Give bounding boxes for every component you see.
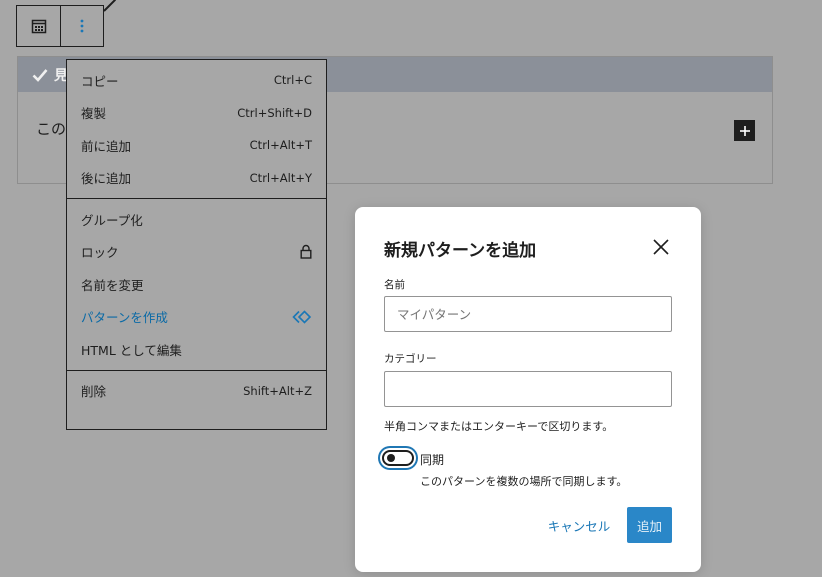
category-input[interactable] bbox=[384, 371, 672, 407]
menu-item-copy[interactable]: コピー Ctrl+C bbox=[67, 64, 326, 97]
menu-item-insert-before[interactable]: 前に追加 Ctrl+Alt+T bbox=[67, 129, 326, 162]
block-toolbar bbox=[16, 5, 104, 47]
menu-item-label: グループ化 bbox=[81, 212, 143, 228]
menu-item-lock[interactable]: ロック bbox=[67, 236, 326, 269]
pattern-symbol-icon bbox=[292, 310, 312, 324]
sync-label: 同期 bbox=[420, 453, 445, 467]
menu-item-rename[interactable]: 名前を変更 bbox=[67, 268, 326, 301]
menu-item-group[interactable]: グループ化 bbox=[67, 203, 326, 236]
sync-toggle[interactable] bbox=[382, 450, 414, 466]
menu-item-create-pattern[interactable]: パターンを作成 bbox=[67, 301, 326, 334]
menu-item-label: 後に追加 bbox=[81, 171, 132, 187]
add-pattern-modal: 新規パターンを追加 名前 カテゴリー 半角コンマまたはエンターキーで区切ります。… bbox=[355, 207, 701, 572]
menu-item-label: ロック bbox=[81, 245, 119, 261]
menu-item-shortcut: Ctrl+Shift+D bbox=[237, 105, 312, 120]
add-block-button[interactable] bbox=[734, 120, 755, 141]
lock-icon bbox=[300, 245, 312, 259]
menu-item-label: 削除 bbox=[81, 384, 107, 400]
close-button[interactable] bbox=[651, 237, 671, 257]
cancel-button[interactable]: キャンセル bbox=[541, 507, 617, 543]
menu-group-delete: 削除 Shift+Alt+Z bbox=[67, 371, 326, 412]
menu-group-clipboard: コピー Ctrl+C 複製 Ctrl+Shift+D 前に追加 Ctrl+Alt… bbox=[67, 60, 326, 199]
menu-item-shortcut: Ctrl+C bbox=[273, 73, 312, 88]
category-label: カテゴリー bbox=[384, 353, 437, 365]
calendar-icon bbox=[31, 19, 46, 34]
menu-item-label: 複製 bbox=[81, 106, 107, 122]
sync-help-text: このパターンを複数の場所で同期します。 bbox=[420, 475, 628, 488]
toggle-knob bbox=[387, 454, 395, 462]
menu-item-label: 前に追加 bbox=[81, 138, 132, 154]
menu-item-shortcut: Shift+Alt+Z bbox=[243, 383, 312, 398]
toolbar-divider bbox=[103, 0, 117, 12]
block-options-menu: コピー Ctrl+C 複製 Ctrl+Shift+D 前に追加 Ctrl+Alt… bbox=[66, 59, 327, 430]
plus-icon bbox=[739, 125, 750, 136]
menu-item-insert-after[interactable]: 後に追加 Ctrl+Alt+Y bbox=[67, 162, 326, 195]
menu-group-tools: グループ化 ロック 名前を変更 パターンを作成 HTML として編集 bbox=[67, 199, 326, 371]
menu-item-shortcut: Ctrl+Alt+Y bbox=[249, 170, 312, 185]
menu-item-edit-html[interactable]: HTML として編集 bbox=[67, 333, 326, 366]
menu-item-duplicate[interactable]: 複製 Ctrl+Shift+D bbox=[67, 97, 326, 130]
menu-item-label: コピー bbox=[81, 73, 119, 89]
menu-item-delete[interactable]: 削除 Shift+Alt+Z bbox=[67, 375, 326, 408]
modal-title: 新規パターンを追加 bbox=[384, 241, 537, 261]
name-label: 名前 bbox=[384, 279, 405, 291]
checkmark-icon bbox=[32, 68, 48, 82]
pattern-name-input[interactable] bbox=[384, 296, 672, 332]
menu-item-label: HTML として編集 bbox=[81, 342, 182, 358]
menu-item-label: 名前を変更 bbox=[81, 277, 144, 293]
close-icon bbox=[653, 239, 669, 255]
options-button[interactable] bbox=[60, 6, 103, 46]
menu-item-label: パターンを作成 bbox=[81, 310, 168, 326]
more-vertical-icon bbox=[80, 19, 84, 33]
calendar-block-button[interactable] bbox=[17, 6, 60, 46]
category-help-text: 半角コンマまたはエンターキーで区切ります。 bbox=[384, 420, 614, 433]
menu-item-shortcut: Ctrl+Alt+T bbox=[249, 138, 312, 153]
add-button[interactable]: 追加 bbox=[627, 507, 672, 543]
